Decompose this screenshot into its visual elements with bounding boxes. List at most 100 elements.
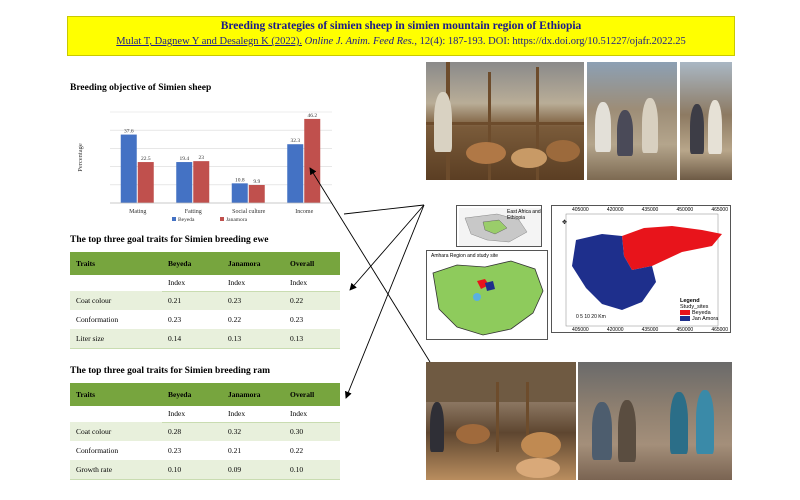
data-label: 23: [199, 155, 205, 161]
bar-beyeda-mating: [120, 134, 137, 203]
index-label: Index: [284, 406, 340, 423]
citation-line: Mulat T, Dagnew Y and Desalegn K (2022).…: [68, 36, 734, 47]
inset-label: East Africa and Ethiopia: [507, 209, 541, 221]
traits-spacer: [70, 275, 162, 291]
header-overall: Overall: [284, 383, 340, 406]
cell-value: 0.23: [284, 310, 340, 329]
scale-bar: 0 5 10 20 Km: [576, 314, 606, 320]
arrow-to-ram-table: [345, 204, 425, 399]
header-beyeda: Beyeda: [162, 252, 222, 275]
cell-value: 0.14: [162, 329, 222, 349]
trait-name: Coat colour: [70, 291, 162, 310]
farmer-group-photo: [587, 62, 677, 180]
amhara-region-map: Amhara Region and study site: [426, 250, 548, 340]
title-banner: Breeding strategies of simien sheep in s…: [67, 16, 735, 56]
table-row: Coat colour 0.28 0.32 0.30: [70, 422, 340, 441]
authors: Mulat T, Dagnew Y and Desalegn K (2022).: [116, 36, 303, 47]
table-row: Coat colour 0.21 0.23 0.22: [70, 291, 340, 310]
cell-value: 0.21: [222, 441, 284, 460]
legend-item-janamora: Jan Amora: [680, 316, 718, 322]
bottom-axis-ticks: 405000 420000 435000 450000 465000: [572, 327, 728, 333]
bar-janamora-social-culture: [248, 184, 265, 203]
field-interview-photo: [680, 62, 732, 180]
index-label: Index: [222, 275, 284, 292]
data-label: 46.2: [307, 113, 317, 119]
cell-value: 0.30: [284, 422, 340, 441]
sheep-market-photo: [426, 62, 584, 180]
trait-name: Liter size: [70, 329, 162, 349]
header-janamora: Janamora: [222, 252, 284, 275]
header-traits: Traits: [70, 383, 162, 406]
bar-janamora-mating: [137, 162, 154, 203]
data-label: 10.8: [235, 177, 245, 183]
header-overall: Overall: [284, 252, 340, 275]
bar-beyeda-social-culture: [231, 183, 248, 203]
bar-beyeda-fatting: [176, 162, 193, 203]
household-survey-photo: [578, 362, 732, 480]
breeding-objective-chart: Percentage 37.6 22.5 Mating 19.4 23 Fatting 10.…: [77, 111, 332, 223]
cell-value: 0.22: [284, 441, 340, 460]
cell-value: 0.22: [284, 291, 340, 310]
y-axis-label: Percentage: [77, 143, 84, 172]
header-beyeda: Beyeda: [162, 383, 222, 406]
table-row: Conformation 0.23 0.21 0.22: [70, 441, 340, 460]
legend-swatch: [220, 217, 224, 221]
poster-title: Breeding strategies of simien sheep in s…: [220, 20, 582, 32]
trait-name: Coat colour: [70, 422, 162, 441]
ram-traits-table: Traits Beyeda Janamora Overall Index Ind…: [70, 383, 340, 480]
cell-value: 0.21: [162, 291, 222, 310]
arrow-to-ewe-table: [349, 204, 425, 291]
ewe-traits-table: Traits Beyeda Janamora Overall Index Ind…: [70, 252, 340, 349]
index-label: Index: [162, 406, 222, 423]
category-label: Social culture: [232, 209, 265, 215]
chart-title: Breeding objective of Simien sheep: [70, 83, 212, 93]
legend-label: Beyeda: [178, 217, 195, 223]
legend-swatch: [172, 217, 176, 221]
table-row: Liter size 0.14 0.13 0.13: [70, 329, 340, 349]
data-label: 32.3: [290, 138, 300, 144]
cell-value: 0.09: [222, 460, 284, 480]
citation-rest: , 12(4): 187-193. DOI: https://dx.doi.or…: [414, 36, 686, 47]
sheep-pen-photo: [426, 362, 576, 480]
index-label: Index: [162, 275, 222, 292]
data-label: 19.4: [179, 156, 189, 162]
traits-spacer: [70, 406, 162, 422]
trait-name: Growth rate: [70, 460, 162, 480]
ewe-table-title: The top three goal traits for Simien bre…: [70, 235, 269, 245]
category-label: Fatting: [185, 209, 202, 215]
cell-value: 0.10: [284, 460, 340, 480]
data-label: 9.9: [253, 179, 260, 185]
cell-value: 0.10: [162, 460, 222, 480]
cell-value: 0.22: [222, 310, 284, 329]
category-label: Mating: [129, 209, 146, 215]
cell-value: 0.32: [222, 422, 284, 441]
cell-value: 0.13: [222, 329, 284, 349]
data-label: 22.5: [141, 156, 151, 162]
header-traits: Traits: [70, 252, 162, 275]
svg-text:✥: ✥: [562, 219, 567, 226]
header-janamora: Janamora: [222, 383, 284, 406]
inset-map-ethiopia: East Africa and Ethiopia: [456, 205, 542, 247]
amhara-label: Amhara Region and study site: [431, 253, 498, 259]
cell-value: 0.23: [162, 310, 222, 329]
arrow-to-chart: [343, 204, 425, 215]
cell-value: 0.23: [162, 441, 222, 460]
cell-value: 0.23: [222, 291, 284, 310]
cell-value: 0.13: [284, 329, 340, 349]
index-label: Index: [222, 406, 284, 423]
cell-value: 0.28: [162, 422, 222, 441]
bar-beyeda-income: [287, 144, 304, 203]
data-label: 37.6: [124, 129, 134, 135]
map-legend: Legend Study_sites Beyeda Jan Amora: [680, 298, 718, 322]
trait-name: Conformation: [70, 310, 162, 329]
bar-janamora-income: [304, 118, 321, 203]
trait-name: Conformation: [70, 441, 162, 460]
legend-label: Janamora: [226, 217, 248, 223]
category-label: Income: [295, 209, 313, 215]
ram-table-title: The top three goal traits for Simien bre…: [70, 366, 271, 376]
index-label: Index: [284, 275, 340, 292]
bar-janamora-fatting: [193, 161, 210, 203]
journal: Online J. Anim. Feed Res.: [304, 36, 415, 47]
table-row: Growth rate 0.10 0.09 0.10: [70, 460, 340, 480]
table-row: Conformation 0.23 0.22 0.23: [70, 310, 340, 329]
